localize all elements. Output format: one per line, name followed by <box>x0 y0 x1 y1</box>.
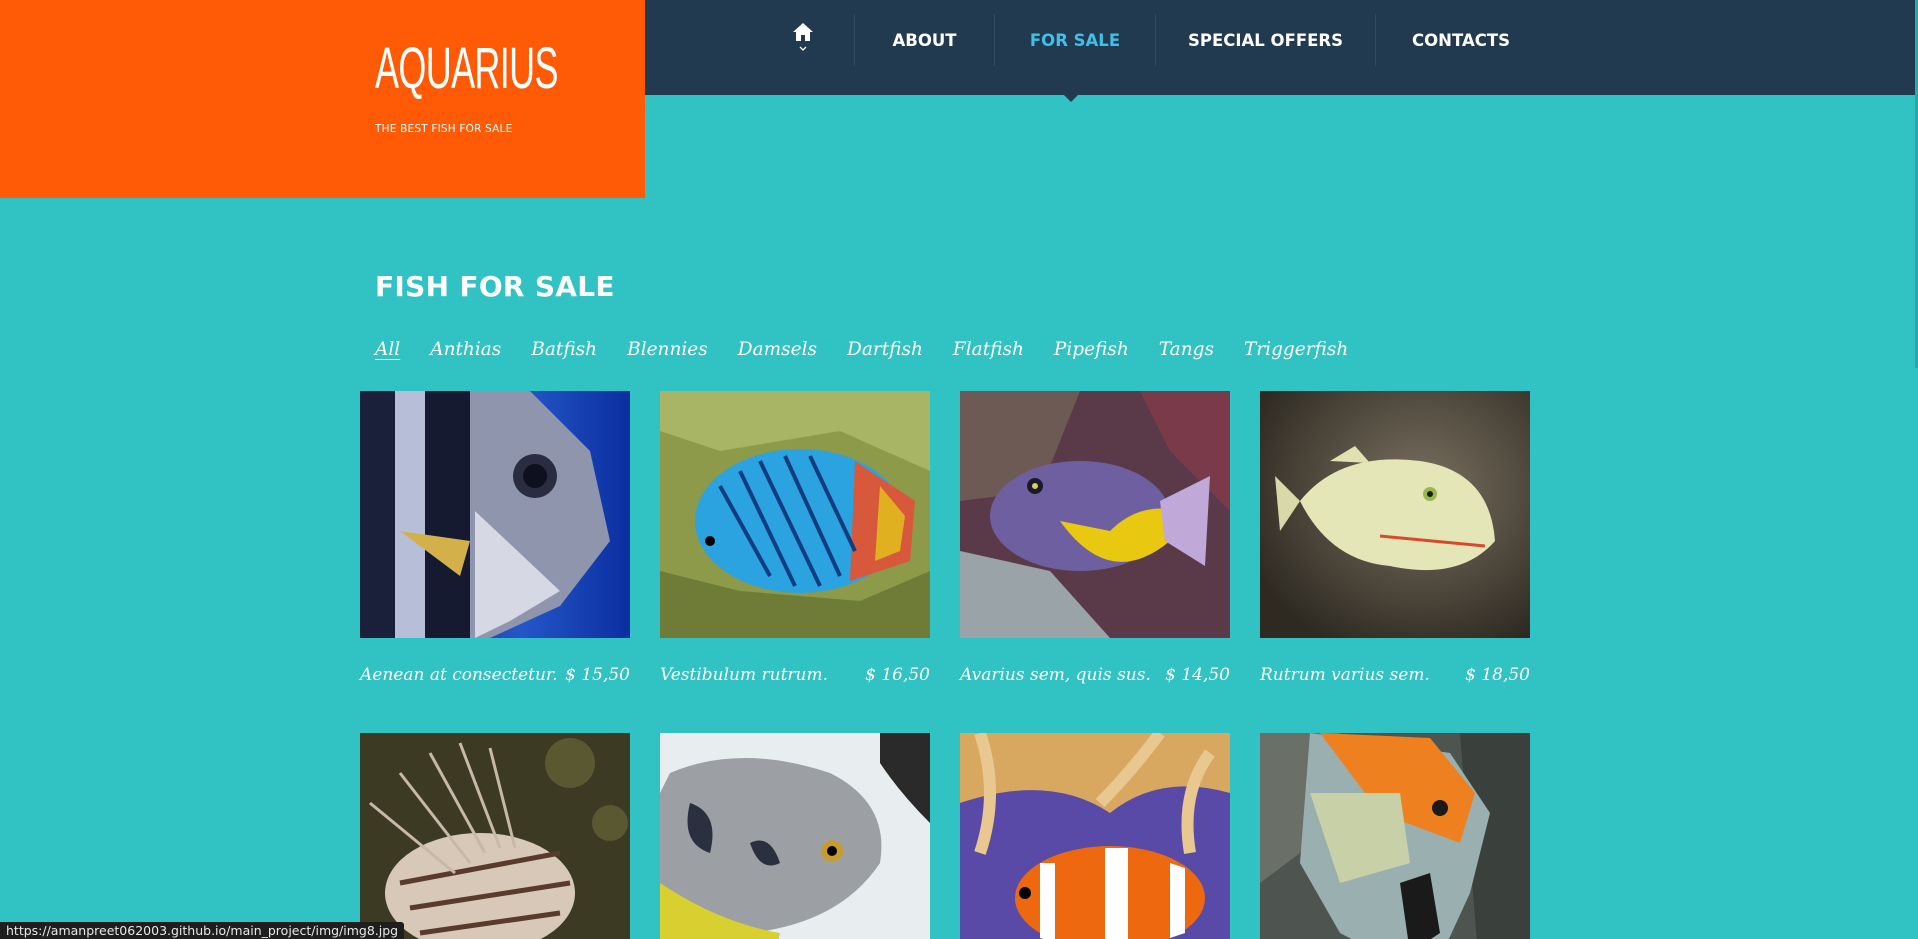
home-icon <box>793 23 813 41</box>
fish-image-tang[interactable] <box>960 391 1230 638</box>
product-card[interactable]: Rutrum varius sem. $ 18,50 <box>1260 391 1530 685</box>
filter-damsels[interactable]: Damsels <box>738 339 817 360</box>
product-price: $ 16,50 <box>865 665 930 685</box>
filter-anthias[interactable]: Anthias <box>430 339 501 360</box>
product-price: $ 14,50 <box>1165 665 1230 685</box>
fish-image-oscar[interactable] <box>660 733 930 939</box>
active-nav-pointer <box>1064 95 1078 102</box>
filter-dartfish[interactable]: Dartfish <box>847 339 923 360</box>
product-name[interactable]: Avarius sem, quis sus. <box>960 665 1151 685</box>
product-card[interactable] <box>960 733 1230 939</box>
product-name[interactable]: Rutrum varius sem. <box>1260 665 1430 685</box>
fish-image-triggerfish[interactable] <box>1260 391 1530 638</box>
nav-item-for-sale[interactable]: FOR SALE <box>995 0 1155 80</box>
fish-image-angelfish[interactable] <box>1260 733 1530 939</box>
product-info: Avarius sem, quis sus. $ 14,50 <box>960 665 1230 685</box>
product-info: Aenean at consectetur. $ 15,50 <box>360 665 630 685</box>
filter-blennies[interactable]: Blennies <box>627 339 708 360</box>
category-filters: All Anthias Batfish Blennies Damsels Dar… <box>375 339 1378 360</box>
product-name[interactable]: Aenean at consectetur. <box>360 665 558 685</box>
nav-item-contacts[interactable]: CONTACTS <box>1376 0 1546 80</box>
fish-image-batfish[interactable] <box>360 391 630 638</box>
product-card[interactable]: Avarius sem, quis sus. $ 14,50 <box>960 391 1230 685</box>
logo-subtitle: THE BEST FISH FOR SALE <box>375 123 513 135</box>
product-price: $ 15,50 <box>565 665 630 685</box>
nav-home-button[interactable] <box>788 22 818 62</box>
filter-pipefish[interactable]: Pipefish <box>1054 339 1129 360</box>
link-status-bar: https://amanpreet062003.github.io/main_p… <box>0 922 405 939</box>
product-name[interactable]: Vestibulum rutrum. <box>660 665 828 685</box>
page-title: FISH FOR SALE <box>375 270 615 303</box>
filter-batfish[interactable]: Batfish <box>531 339 597 360</box>
filter-triggerfish[interactable]: Triggerfish <box>1244 339 1348 360</box>
chevron-down-icon <box>799 46 807 51</box>
fish-image-lionfish[interactable] <box>360 733 630 939</box>
product-price: $ 18,50 <box>1465 665 1530 685</box>
product-card[interactable] <box>360 733 630 939</box>
filter-flatfish[interactable]: Flatfish <box>953 339 1024 360</box>
product-card[interactable]: Vestibulum rutrum. $ 16,50 <box>660 391 930 685</box>
filter-tangs[interactable]: Tangs <box>1159 339 1214 360</box>
product-card[interactable] <box>1260 733 1530 939</box>
nav-item-about[interactable]: ABOUT <box>855 0 994 80</box>
product-info: Vestibulum rutrum. $ 16,50 <box>660 665 930 685</box>
fish-image-butterflyfish[interactable] <box>660 391 930 638</box>
product-card[interactable]: Aenean at consectetur. $ 15,50 <box>360 391 630 685</box>
filter-all[interactable]: All <box>375 339 400 360</box>
main-navigation: ABOUT FOR SALE SPECIAL OFFERS CONTACTS <box>645 0 1918 102</box>
fish-image-clownfish[interactable] <box>960 733 1230 939</box>
logo-block[interactable]: AQUARIUS THE BEST FISH FOR SALE <box>0 0 645 198</box>
product-card[interactable] <box>660 733 930 939</box>
product-info: Rutrum varius sem. $ 18,50 <box>1260 665 1530 685</box>
nav-item-special-offers[interactable]: SPECIAL OFFERS <box>1156 0 1375 80</box>
logo-title[interactable]: AQUARIUS <box>375 40 558 98</box>
